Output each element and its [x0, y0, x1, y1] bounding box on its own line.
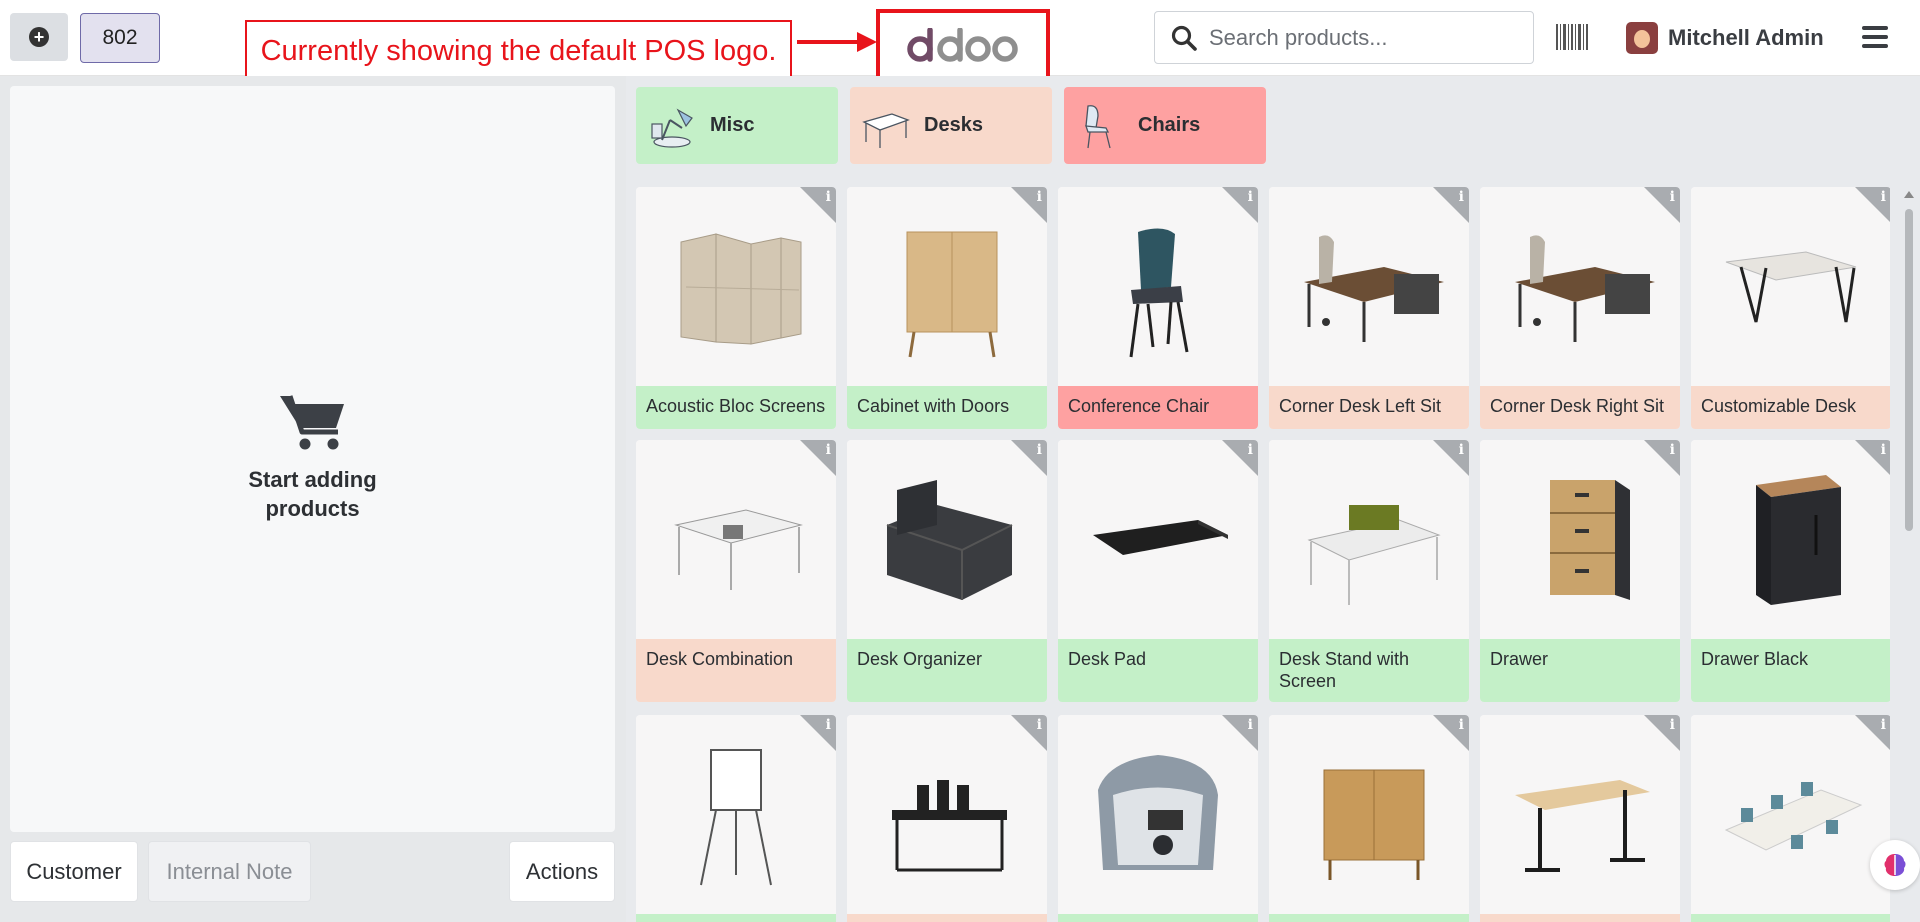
- product-list-scrollbar[interactable]: [1902, 187, 1916, 922]
- annotation-callout: Currently showing the default POS logo.: [245, 20, 792, 82]
- product-name: [1480, 914, 1680, 922]
- user-name: Mitchell Admin: [1668, 25, 1824, 50]
- product-name: Cabinet with Doors: [847, 386, 1047, 429]
- annotation-arrow-icon: [797, 32, 877, 52]
- product-name: [847, 914, 1047, 922]
- product-name: Conference Chair: [1058, 386, 1258, 429]
- product-card[interactable]: i Desk Organizer: [847, 440, 1047, 702]
- product-name: Corner Desk Left Sit: [1269, 386, 1469, 429]
- info-icon[interactable]: i: [1037, 189, 1042, 205]
- product-name: [636, 914, 836, 922]
- product-card[interactable]: i Corner Desk Left Sit: [1269, 187, 1469, 429]
- product-card[interactable]: i: [847, 715, 1047, 922]
- info-icon[interactable]: i: [1459, 189, 1464, 205]
- product-name: Desk Organizer: [847, 639, 1047, 702]
- plus-circle-icon: +: [29, 27, 49, 47]
- product-card[interactable]: i Desk Pad: [1058, 440, 1258, 702]
- info-icon[interactable]: i: [1037, 717, 1042, 733]
- product-name: Desk Pad: [1058, 639, 1258, 702]
- product-name: Customizable Desk: [1691, 386, 1890, 429]
- info-icon[interactable]: i: [826, 717, 831, 733]
- info-icon[interactable]: i: [1248, 442, 1253, 458]
- info-icon[interactable]: i: [1881, 442, 1886, 458]
- product-name: Drawer: [1480, 639, 1680, 702]
- chair-icon: [1085, 104, 1111, 148]
- category-misc[interactable]: Misc: [636, 87, 838, 164]
- search-input[interactable]: [1209, 24, 1509, 51]
- product-name: [1058, 914, 1258, 922]
- pos-logo: [876, 9, 1050, 83]
- product-card[interactable]: i: [1269, 715, 1469, 922]
- product-card[interactable]: i: [1058, 715, 1258, 922]
- order-lines-panel: Start adding products: [10, 86, 615, 832]
- product-card[interactable]: i Desk Combination: [636, 440, 836, 702]
- info-icon[interactable]: i: [1037, 442, 1042, 458]
- product-name: Drawer Black: [1691, 639, 1890, 702]
- new-order-button[interactable]: +: [10, 13, 68, 61]
- product-card[interactable]: i Customizable Desk: [1691, 187, 1890, 429]
- order-tab[interactable]: 802: [80, 13, 160, 63]
- product-card[interactable]: i: [1480, 715, 1680, 922]
- product-name: [1691, 914, 1890, 922]
- product-grid: i Acoustic Bloc Screens i Cabinet with Door…: [636, 187, 1890, 922]
- product-name: [1269, 914, 1469, 922]
- product-card[interactable]: i Cabinet with Doors: [847, 187, 1047, 429]
- empty-order-state: Start adding products: [10, 392, 615, 523]
- desk-icon: [862, 112, 910, 148]
- scroll-thumb[interactable]: [1905, 209, 1913, 531]
- internal-note-button[interactable]: Internal Note: [148, 841, 311, 902]
- user-menu[interactable]: Mitchell Admin: [1626, 20, 1824, 56]
- brain-icon: [1884, 854, 1906, 876]
- info-icon[interactable]: i: [1881, 189, 1886, 205]
- product-name: Desk Combination: [636, 639, 836, 702]
- product-card[interactable]: i: [636, 715, 836, 922]
- product-card[interactable]: i Corner Desk Right Sit: [1480, 187, 1680, 429]
- empty-order-text: Start adding products: [248, 467, 377, 521]
- product-card[interactable]: i Drawer Black: [1691, 440, 1890, 702]
- product-name: Desk Stand with Screen: [1269, 639, 1469, 702]
- category-chairs[interactable]: Chairs: [1064, 87, 1266, 164]
- category-label: Desks: [924, 114, 983, 136]
- product-name: Corner Desk Right Sit: [1480, 386, 1680, 429]
- avatar: [1626, 22, 1658, 54]
- pos-header: + 802 Currently showing the default POS …: [0, 0, 1920, 83]
- category-label: Chairs: [1138, 114, 1201, 136]
- barcode-icon[interactable]: [1556, 24, 1588, 50]
- info-icon[interactable]: i: [1670, 189, 1675, 205]
- odoo-logo-icon: [907, 28, 1018, 62]
- product-name: Acoustic Bloc Screens: [636, 386, 836, 429]
- product-card[interactable]: i: [1691, 715, 1890, 922]
- info-icon[interactable]: i: [1459, 442, 1464, 458]
- product-card[interactable]: i Desk Stand with Screen: [1269, 440, 1469, 702]
- info-icon[interactable]: i: [1670, 717, 1675, 733]
- category-desks[interactable]: Desks: [850, 87, 1052, 164]
- product-card[interactable]: i Acoustic Bloc Screens: [636, 187, 836, 429]
- product-search[interactable]: [1154, 11, 1534, 64]
- customer-button[interactable]: Customer: [10, 841, 138, 902]
- search-icon: [1171, 25, 1197, 51]
- info-icon[interactable]: i: [1881, 717, 1886, 733]
- info-icon[interactable]: i: [826, 189, 831, 205]
- actions-button[interactable]: Actions: [509, 841, 615, 902]
- info-icon[interactable]: i: [1248, 717, 1253, 733]
- ai-assistant-icon[interactable]: [1870, 840, 1920, 890]
- hamburger-menu-icon[interactable]: [1862, 26, 1888, 48]
- category-label: Misc: [710, 114, 755, 136]
- shopping-cart-icon: [279, 395, 344, 450]
- desk-lamp-icon: [651, 107, 693, 148]
- scroll-up-icon[interactable]: [1904, 191, 1914, 198]
- info-icon[interactable]: i: [1459, 717, 1464, 733]
- info-icon[interactable]: i: [1248, 189, 1253, 205]
- product-card[interactable]: i Conference Chair: [1058, 187, 1258, 429]
- info-icon[interactable]: i: [826, 442, 831, 458]
- product-card[interactable]: i Drawer: [1480, 440, 1680, 702]
- info-icon[interactable]: i: [1670, 442, 1675, 458]
